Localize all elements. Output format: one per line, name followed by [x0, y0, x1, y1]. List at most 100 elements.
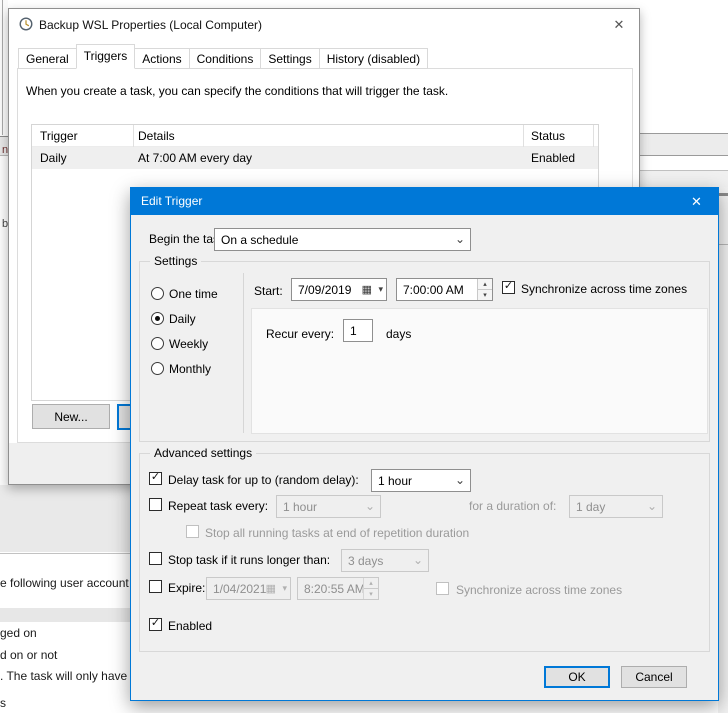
stop-task-label[interactable]: Stop task if it runs longer than: — [168, 553, 330, 567]
stop-all-tasks-label: Stop all running tasks at end of repetit… — [205, 526, 469, 540]
background-divider — [640, 155, 728, 156]
cell-details: At 7:00 AM every day — [138, 151, 252, 165]
background-band — [0, 608, 130, 622]
start-time-spinner[interactable]: 7:00:00 AM ▴ ▾ — [396, 278, 493, 301]
delay-task-label[interactable]: Delay task for up to (random delay): — [168, 473, 359, 487]
chevron-down-icon: ⌄ — [365, 498, 375, 512]
stop-task-duration-select: 3 days ⌄ — [341, 549, 429, 572]
stop-task-duration-value: 3 days — [348, 554, 383, 568]
repeat-interval-value: 1 hour — [283, 500, 317, 514]
properties-titlebar[interactable]: Backup WSL Properties (Local Computer) ✕ — [9, 9, 639, 41]
table-row[interactable]: Daily At 7:00 AM every day Enabled — [32, 147, 598, 169]
repeat-task-label[interactable]: Repeat task every: — [168, 499, 268, 513]
tab-actions[interactable]: Actions — [134, 48, 189, 69]
tab-conditions[interactable]: Conditions — [189, 48, 262, 69]
begin-task-value: On a schedule — [221, 233, 298, 247]
start-label: Start: — [254, 284, 283, 298]
sync-timezones-label[interactable]: Synchronize across time zones — [521, 282, 687, 296]
tab-settings[interactable]: Settings — [260, 48, 319, 69]
chevron-down-icon: ⌄ — [455, 472, 465, 486]
background-window-bottom-left: e following user account ged on d on or … — [0, 485, 130, 713]
chevron-down-icon: ⌄ — [455, 231, 465, 245]
radio-monthly[interactable] — [151, 362, 164, 375]
background-window-border — [2, 0, 3, 135]
sync-timezones-checkbox[interactable]: ✓ — [502, 281, 515, 294]
radio-monthly-label[interactable]: Monthly — [169, 362, 211, 376]
background-text-fragment: d on or not — [0, 648, 57, 662]
column-divider[interactable] — [523, 125, 524, 147]
spinner-buttons: ▴ ▾ — [477, 279, 492, 300]
spinner-buttons: ▴ ▾ — [363, 578, 378, 599]
edit-trigger-dialog: Edit Trigger ✕ Begin the task: On a sche… — [130, 187, 719, 701]
check-icon: ✓ — [151, 618, 160, 629]
background-list-rows — [640, 0, 728, 187]
tab-history[interactable]: History (disabled) — [319, 48, 428, 69]
recur-unit-label: days — [386, 327, 411, 341]
radio-daily[interactable] — [151, 312, 164, 325]
spin-up-icon: ▴ — [364, 578, 378, 589]
close-icon[interactable]: ✕ — [675, 188, 718, 215]
enabled-label[interactable]: Enabled — [168, 619, 212, 633]
spin-down-icon: ▾ — [364, 589, 378, 599]
expire-checkbox[interactable]: ✓ — [149, 580, 162, 593]
trigger-list-header: Trigger Details Status — [32, 125, 598, 147]
edit-trigger-titlebar[interactable]: Edit Trigger ✕ — [131, 188, 718, 215]
radio-one-time-label[interactable]: One time — [169, 287, 218, 301]
cell-trigger: Daily — [40, 151, 67, 165]
column-divider[interactable] — [133, 125, 134, 147]
calendar-icon: ▦ — [266, 582, 276, 595]
edit-trigger-title: Edit Trigger — [141, 194, 202, 208]
chevron-down-icon: ▾ — [282, 583, 287, 594]
background-window-right-edge — [718, 187, 728, 713]
expire-label[interactable]: Expire: — [168, 581, 205, 595]
properties-window-title: Backup WSL Properties (Local Computer) — [39, 18, 262, 32]
background-text-fragment: . The task will only have — [0, 669, 127, 683]
background-band — [640, 171, 728, 187]
close-icon[interactable]: ✕ — [607, 14, 631, 36]
chevron-down-icon: ⌄ — [647, 498, 657, 512]
radio-weekly[interactable] — [151, 337, 164, 350]
background-divider — [0, 553, 130, 554]
spin-down-icon[interactable]: ▾ — [478, 290, 492, 300]
begin-task-select[interactable]: On a schedule ⌄ — [214, 228, 471, 251]
cancel-button[interactable]: Cancel — [621, 666, 687, 688]
delay-task-select[interactable]: 1 hour ⌄ — [371, 469, 471, 492]
tab-general[interactable]: General — [18, 48, 77, 69]
start-date-picker[interactable]: 7/09/2019 ▦ ▾ — [291, 278, 387, 301]
recur-every-input[interactable]: 1 — [343, 319, 373, 342]
settings-divider — [243, 273, 244, 433]
chevron-down-icon: ▾ — [378, 284, 383, 295]
ok-button[interactable]: OK — [544, 666, 610, 688]
start-date-value: 7/09/2019 — [298, 283, 351, 297]
advanced-settings-group-label: Advanced settings — [150, 446, 256, 460]
repeat-task-checkbox[interactable]: ✓ — [149, 498, 162, 511]
expire-sync-timezones-label: Synchronize across time zones — [456, 583, 622, 597]
expire-time-value: 8:20:55 AM — [304, 582, 365, 596]
background-band — [0, 485, 130, 552]
background-text-fragment: ged on — [0, 626, 37, 640]
spin-up-icon[interactable]: ▴ — [478, 279, 492, 290]
stop-task-checkbox[interactable]: ✓ — [149, 552, 162, 565]
new-button[interactable]: New... — [32, 404, 110, 429]
column-header-details[interactable]: Details — [138, 129, 175, 143]
check-icon: ✓ — [151, 472, 160, 483]
expire-date-value: 1/04/2021 — [213, 582, 266, 596]
column-divider[interactable] — [593, 125, 594, 147]
column-header-status[interactable]: Status — [531, 129, 565, 143]
background-text-fragment: s — [0, 696, 6, 710]
column-header-trigger[interactable]: Trigger — [40, 129, 78, 143]
delay-task-checkbox[interactable]: ✓ — [149, 472, 162, 485]
duration-label: for a duration of: — [469, 499, 556, 513]
tab-triggers[interactable]: Triggers — [76, 44, 136, 69]
duration-value: 1 day — [576, 500, 605, 514]
expire-sync-timezones-checkbox: ✓ — [436, 582, 449, 595]
radio-one-time[interactable] — [151, 287, 164, 300]
cell-status: Enabled — [531, 151, 575, 165]
repeat-interval-select: 1 hour ⌄ — [276, 495, 381, 518]
radio-daily-label[interactable]: Daily — [169, 312, 196, 326]
enabled-checkbox[interactable]: ✓ — [149, 618, 162, 631]
radio-dot — [155, 316, 160, 321]
radio-weekly-label[interactable]: Weekly — [169, 337, 208, 351]
calendar-icon: ▦ — [362, 283, 372, 296]
chevron-down-icon: ⌄ — [413, 552, 423, 566]
